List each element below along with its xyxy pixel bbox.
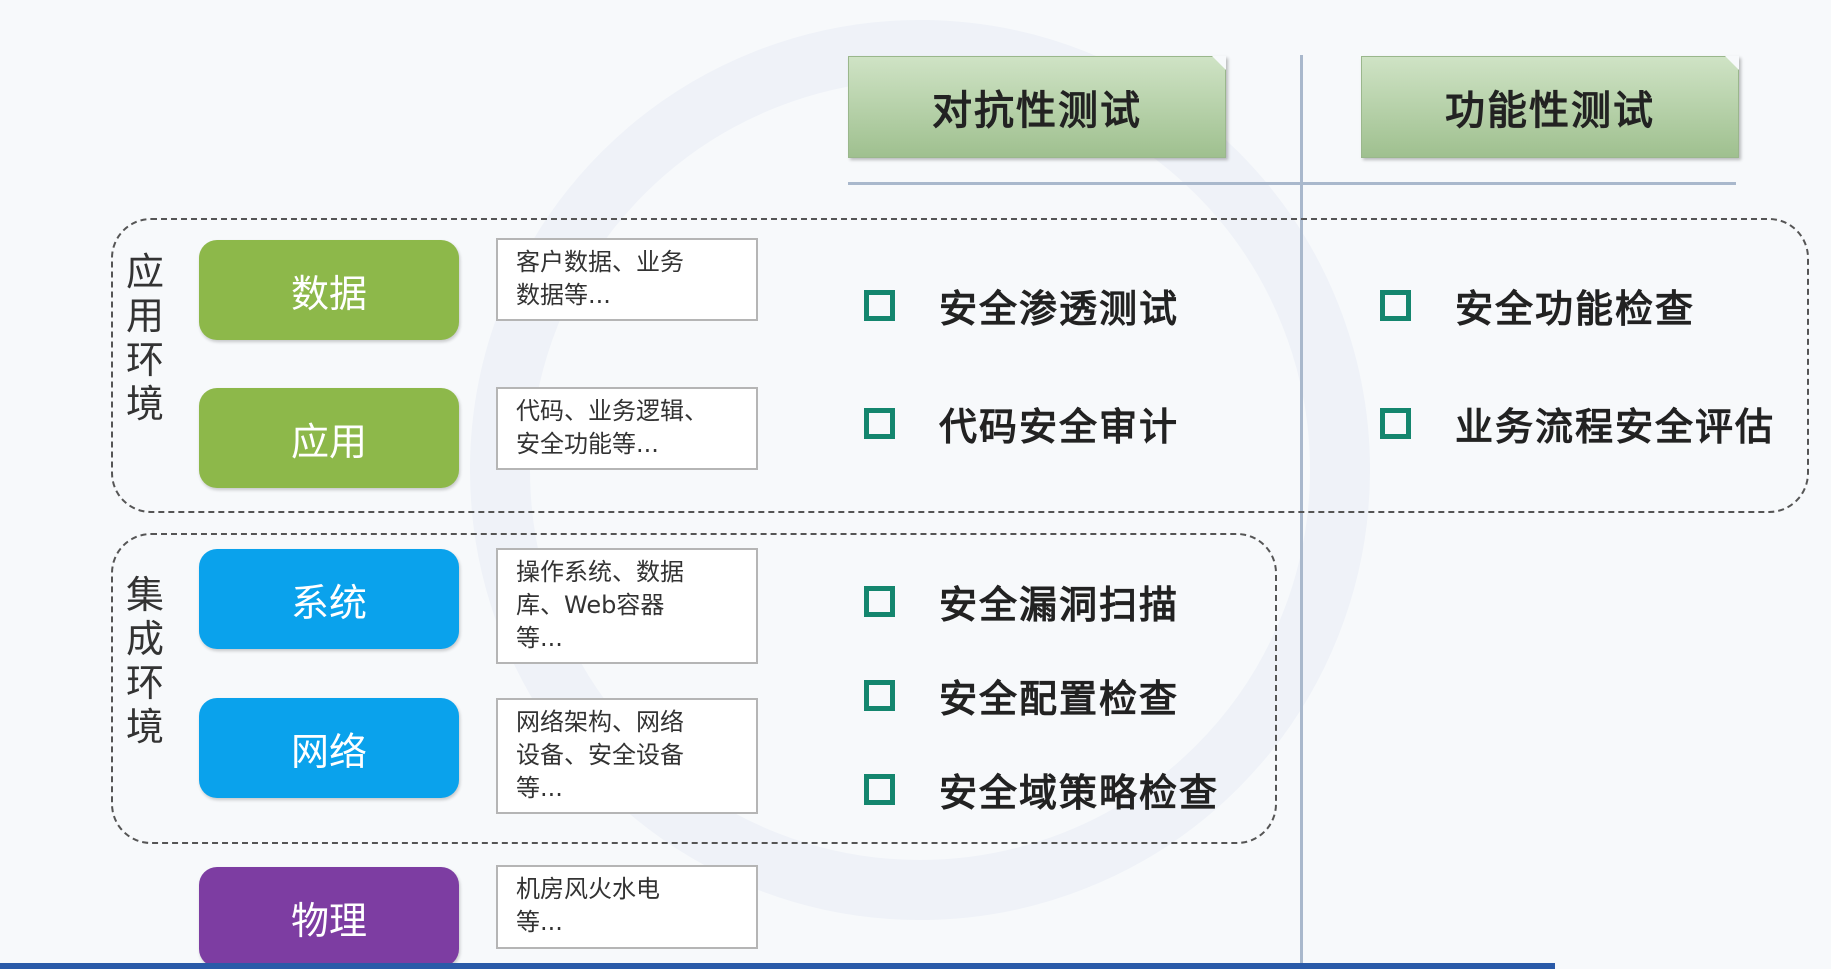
adversarial-item: 代码安全审计 [864, 396, 1179, 451]
header-functional-testing: 功能性测试 [1361, 56, 1739, 158]
layer-physical-button: 物理 [199, 867, 459, 967]
description-line: 设备、安全设备 [516, 741, 684, 769]
item-label: 安全漏洞扫描 [939, 583, 1180, 627]
adversarial-item: 安全漏洞扫描 [864, 574, 1179, 629]
description-line: 等... [516, 908, 563, 936]
adversarial-item: 安全域策略检查 [864, 762, 1219, 817]
item-label: 安全配置检查 [939, 677, 1180, 721]
checkbox-icon [1380, 290, 1411, 321]
description-line: 等... [516, 774, 563, 802]
layer-physical-description: 机房风火水电 等... [496, 865, 758, 949]
description-line: 等... [516, 624, 563, 652]
description-line: 数据等... [516, 281, 611, 309]
layer-system-button: 系统 [199, 549, 459, 649]
layer-network-description: 网络架构、网络 设备、安全设备 等... [496, 698, 758, 814]
bottom-bar [0, 963, 1555, 969]
description-line: 机房风火水电 [516, 875, 660, 903]
adversarial-item: 安全渗透测试 [864, 278, 1179, 333]
description-line: 代码、业务逻辑、 [516, 397, 708, 425]
item-label: 安全域策略检查 [939, 771, 1220, 815]
layer-application-description: 代码、业务逻辑、 安全功能等... [496, 387, 758, 470]
functional-item: 业务流程安全评估 [1380, 396, 1775, 451]
checkbox-icon [864, 586, 895, 617]
adversarial-item: 安全配置检查 [864, 668, 1179, 723]
checkbox-icon [1380, 408, 1411, 439]
checkbox-icon [864, 774, 895, 805]
description-line: 安全功能等... [516, 430, 659, 458]
header-adversarial-testing: 对抗性测试 [848, 56, 1226, 158]
layer-network-button: 网络 [199, 698, 459, 798]
description-line: 库、Web容器 [516, 591, 665, 619]
application-environment-label: 应用环境 [125, 250, 164, 426]
layer-system-description: 操作系统、数据 库、Web容器 等... [496, 548, 758, 664]
layer-data-button: 数据 [199, 240, 459, 340]
description-line: 客户数据、业务 [516, 248, 684, 276]
checkbox-icon [864, 290, 895, 321]
integration-environment-label: 集成环境 [125, 573, 164, 749]
layer-application-button: 应用 [199, 388, 459, 488]
description-line: 操作系统、数据 [516, 558, 684, 586]
item-label: 安全渗透测试 [939, 287, 1180, 331]
layer-data-description: 客户数据、业务 数据等... [496, 238, 758, 321]
functional-item: 安全功能检查 [1380, 278, 1695, 333]
description-line: 网络架构、网络 [516, 708, 684, 736]
checkbox-icon [864, 408, 895, 439]
item-label: 代码安全审计 [939, 405, 1180, 449]
checkbox-icon [864, 680, 895, 711]
item-label: 安全功能检查 [1455, 287, 1696, 331]
item-label: 业务流程安全评估 [1455, 405, 1776, 449]
header-underline [848, 182, 1736, 185]
